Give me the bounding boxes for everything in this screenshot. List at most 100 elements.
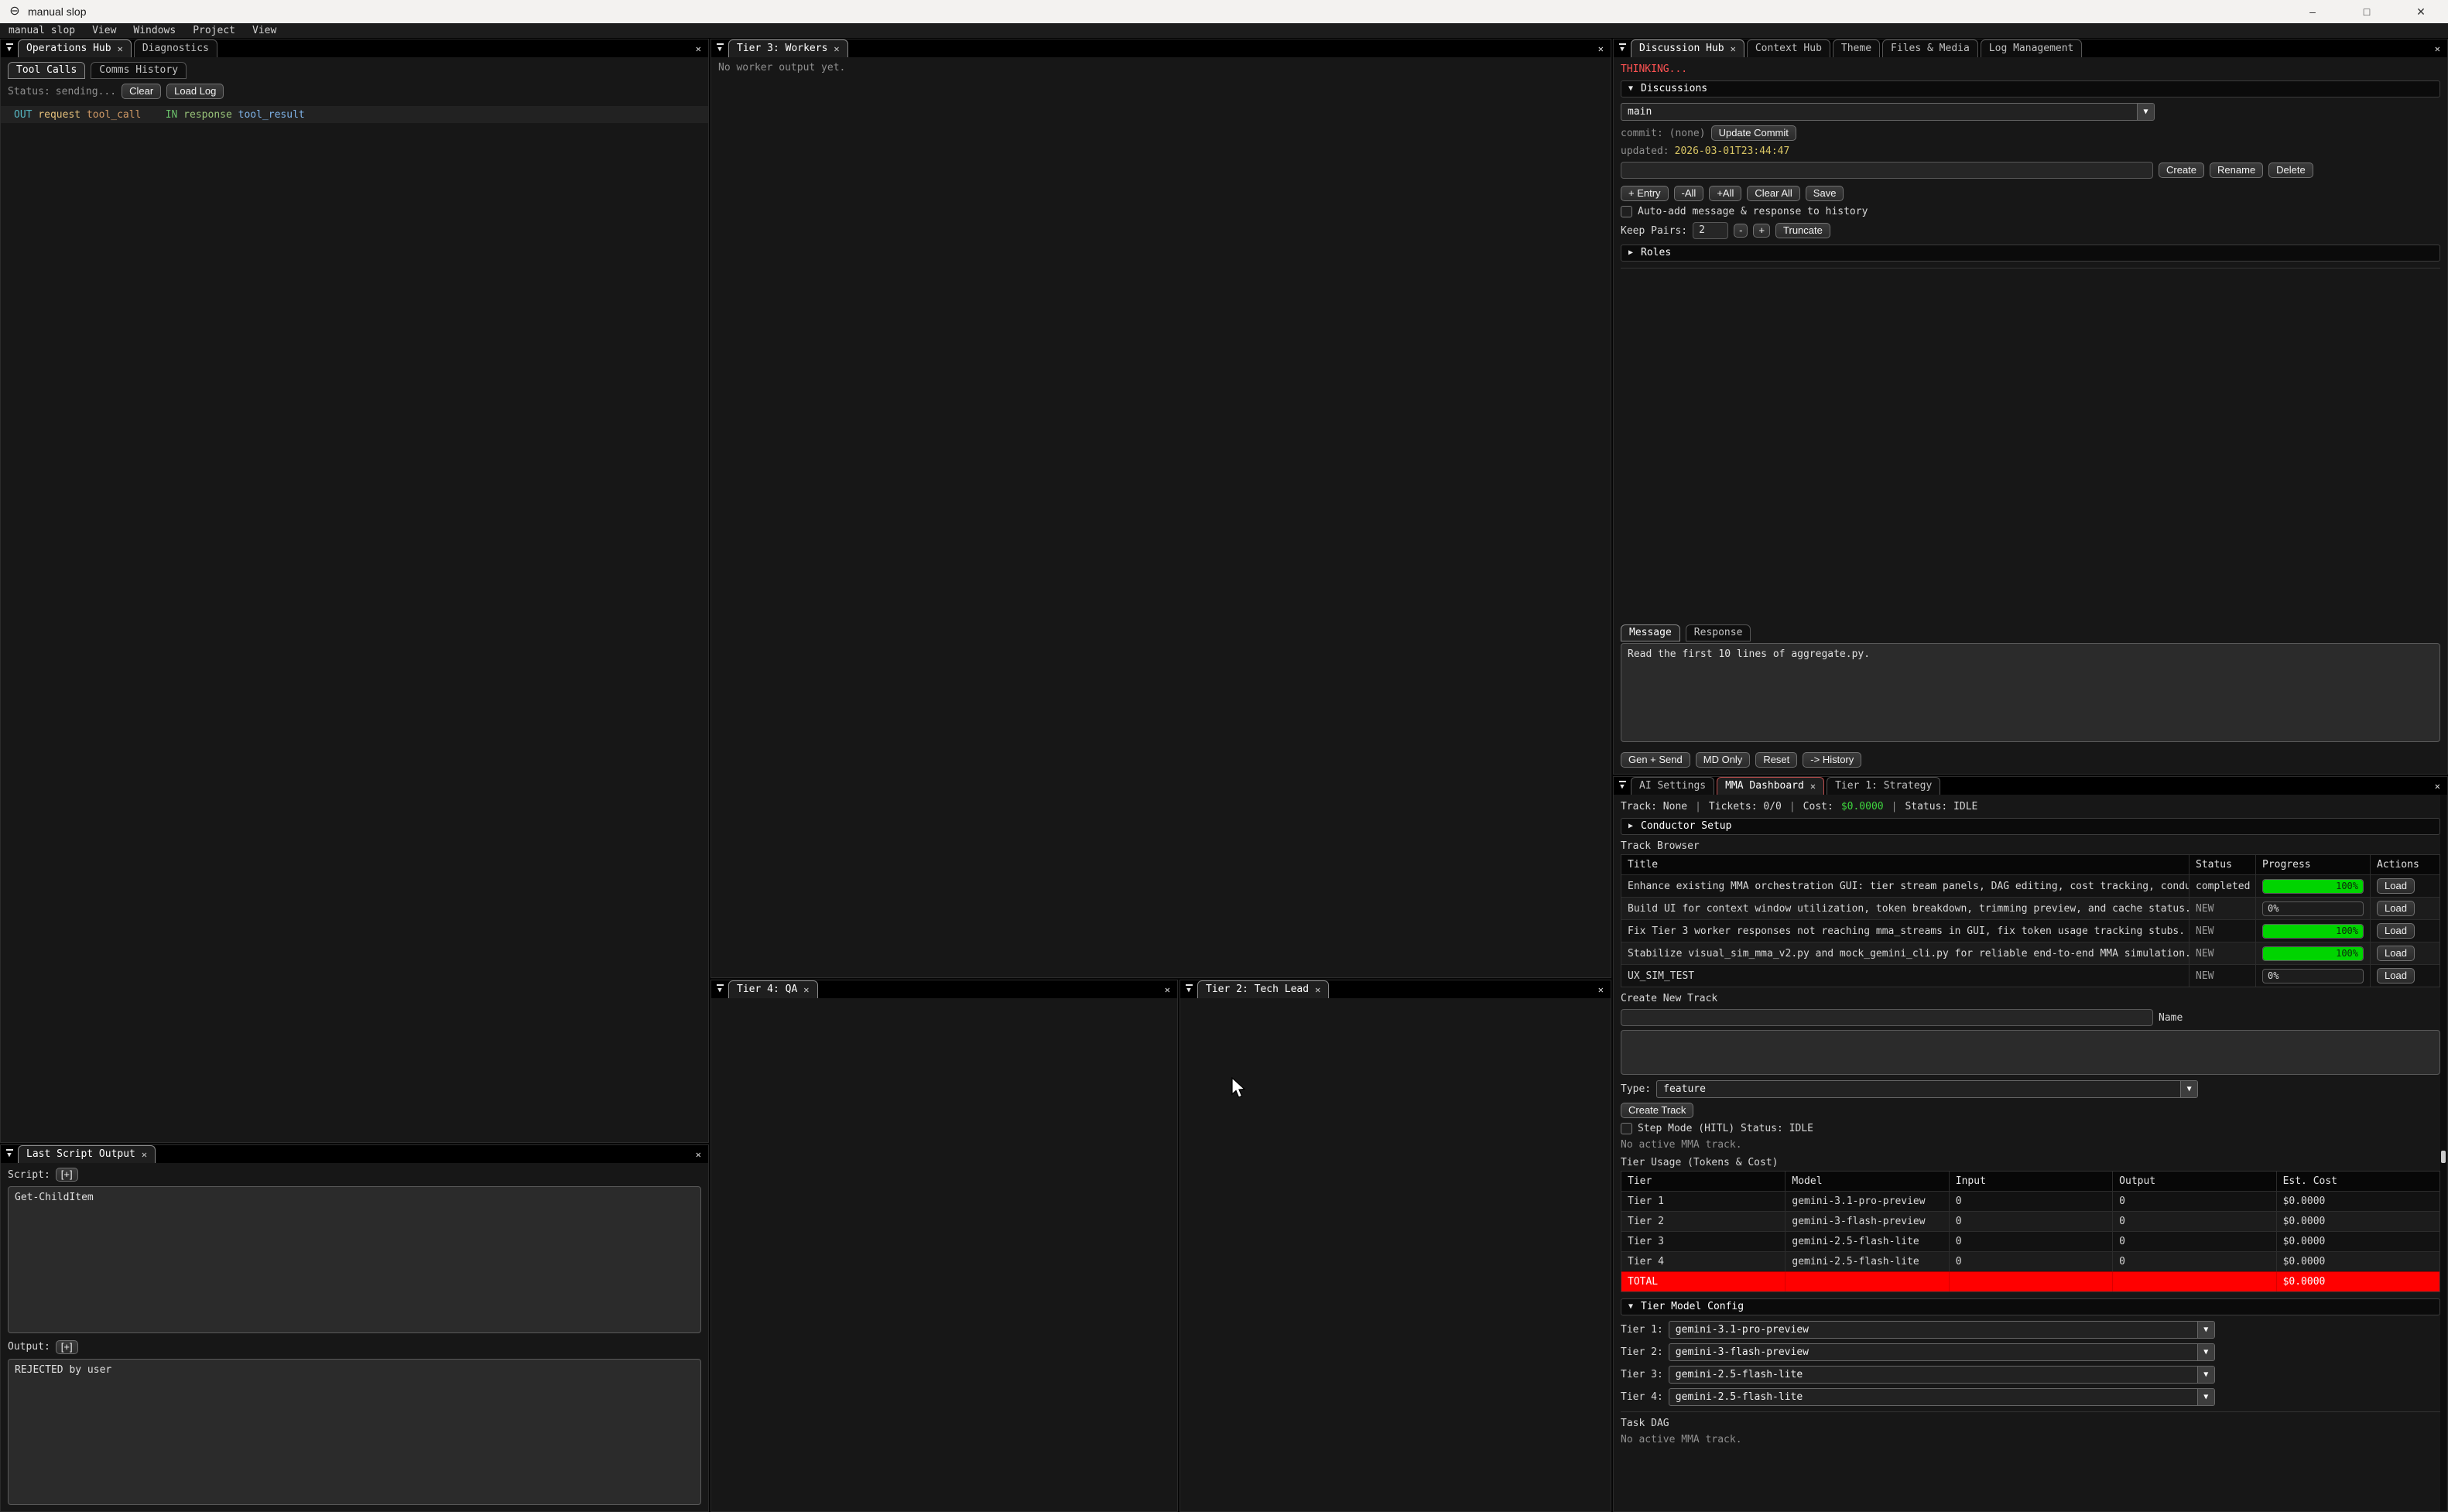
tab-tier3-workers[interactable]: Tier 3: Workers ✕ — [728, 39, 848, 57]
tier-model-config-header[interactable]: ▼ Tier Model Config — [1621, 1298, 2440, 1315]
tab-close-icon[interactable]: ✕ — [803, 984, 809, 995]
discussions-section-header[interactable]: ▼ Discussions — [1621, 80, 2440, 97]
tab-files-media[interactable]: Files & Media — [1882, 39, 1978, 57]
delete-button[interactable]: Delete — [2268, 162, 2313, 178]
load-button[interactable]: Load — [2377, 968, 2415, 983]
minimize-button[interactable]: – — [2285, 0, 2340, 23]
dock-menu-icon[interactable]: ▼ — [2, 1149, 16, 1159]
reset-button[interactable]: Reset — [1755, 752, 1797, 768]
tier1-model-select[interactable]: gemini-3.1-pro-preview ▼ — [1669, 1321, 2215, 1339]
discussion-select[interactable]: main ▼ — [1621, 103, 2155, 121]
track-row[interactable]: UX_SIM_TEST NEW 0% Load — [1621, 964, 2439, 987]
tab-context-hub[interactable]: Context Hub — [1747, 39, 1830, 57]
close-button[interactable]: ✕ — [2394, 0, 2448, 23]
menu-project[interactable]: Project — [184, 25, 244, 36]
message-textarea[interactable]: Read the first 10 lines of aggregate.py. — [1621, 643, 2440, 742]
conductor-setup-header[interactable]: ▶ Conductor Setup — [1621, 818, 2440, 835]
step-mode-checkbox[interactable] — [1621, 1123, 1632, 1134]
tab-operations-hub[interactable]: Operations Hub ✕ — [18, 39, 132, 57]
script-content-area[interactable]: Get-ChildItem — [8, 1186, 701, 1333]
rename-button[interactable]: Rename — [2210, 162, 2263, 178]
maximize-button[interactable]: □ — [2340, 0, 2394, 23]
to-history-button[interactable]: -> History — [1803, 752, 1861, 768]
panel-close-icon[interactable]: ✕ — [689, 1149, 708, 1160]
tab-mma-dashboard[interactable]: MMA Dashboard ✕ — [1717, 777, 1824, 795]
create-button[interactable]: Create — [2159, 162, 2204, 178]
tab-diagnostics[interactable]: Diagnostics — [134, 39, 217, 57]
md-only-button[interactable]: MD Only — [1696, 752, 1751, 768]
script-expand-button[interactable]: [+] — [56, 1168, 78, 1182]
track-description-textarea[interactable] — [1621, 1030, 2440, 1075]
menu-windows[interactable]: Windows — [125, 25, 184, 36]
dock-menu-icon[interactable]: ▼ — [2, 43, 16, 53]
clear-button[interactable]: Clear — [122, 84, 161, 99]
load-button[interactable]: Load — [2377, 901, 2415, 916]
message-tab[interactable]: Message — [1621, 624, 1680, 641]
tab-close-icon[interactable]: ✕ — [142, 1149, 147, 1160]
tab-close-icon[interactable]: ✕ — [1810, 781, 1816, 792]
discussion-name-input[interactable] — [1621, 162, 2153, 179]
track-row[interactable]: Build UI for context window utilization,… — [1621, 897, 2439, 919]
output-expand-button[interactable]: [+] — [56, 1340, 78, 1354]
mma-scrollbar[interactable] — [2440, 795, 2446, 1510]
track-type-select[interactable]: feature ▼ — [1656, 1080, 2198, 1098]
tab-tier1-strategy[interactable]: Tier 1: Strategy — [1827, 777, 1940, 795]
create-track-button[interactable]: Create Track — [1621, 1103, 1693, 1118]
update-commit-button[interactable]: Update Commit — [1711, 125, 1796, 141]
tier4-model-select[interactable]: gemini-2.5-flash-lite ▼ — [1669, 1388, 2215, 1406]
add-entry-button[interactable]: + Entry — [1621, 186, 1669, 201]
panel-close-icon[interactable]: ✕ — [689, 43, 708, 54]
track-row[interactable]: Fix Tier 3 worker responses not reaching… — [1621, 919, 2439, 942]
menu-view-2[interactable]: View — [244, 25, 285, 36]
keep-pairs-minus-button[interactable]: - — [1734, 224, 1748, 238]
load-button[interactable]: Load — [2377, 946, 2415, 961]
auto-add-checkbox[interactable] — [1621, 206, 1632, 217]
keep-pairs-input[interactable]: 2 — [1693, 222, 1728, 239]
tab-log-management[interactable]: Log Management — [1981, 39, 2083, 57]
tier2-model-select[interactable]: gemini-3-flash-preview ▼ — [1669, 1343, 2215, 1361]
expand-all-button[interactable]: +All — [1709, 186, 1741, 201]
tab-ai-settings[interactable]: AI Settings — [1631, 777, 1714, 795]
load-button[interactable]: Load — [2377, 923, 2415, 939]
tool-call-log-row[interactable]: OUT request tool_call IN response tool_r… — [1, 106, 708, 123]
subtab-tool-calls[interactable]: Tool Calls — [8, 62, 85, 79]
track-row[interactable]: Stabilize visual_sim_mma_v2.py and mock_… — [1621, 942, 2439, 964]
track-row[interactable]: Enhance existing MMA orchestration GUI: … — [1621, 874, 2439, 897]
dock-menu-icon[interactable]: ▼ — [713, 43, 727, 53]
panel-close-icon[interactable]: ✕ — [2428, 43, 2447, 54]
output-content-area[interactable]: REJECTED by user — [8, 1359, 701, 1506]
dock-menu-icon[interactable]: ▼ — [1615, 43, 1629, 53]
load-log-button[interactable]: Load Log — [166, 84, 224, 99]
dock-menu-icon[interactable]: ▼ — [1615, 781, 1629, 791]
track-name-input[interactable] — [1621, 1009, 2153, 1026]
tab-tier4-qa[interactable]: Tier 4: QA ✕ — [728, 980, 818, 998]
dock-menu-icon[interactable]: ▼ — [1182, 984, 1196, 994]
mma-scrollbar-thumb[interactable] — [2441, 1151, 2446, 1163]
keep-pairs-plus-button[interactable]: + — [1753, 224, 1770, 238]
tab-tier2-tech-lead[interactable]: Tier 2: Tech Lead ✕ — [1197, 980, 1329, 998]
truncate-button[interactable]: Truncate — [1775, 223, 1830, 238]
menu-manual-slop[interactable]: manual slop — [0, 25, 84, 36]
roles-section-header[interactable]: ▶ Roles — [1621, 245, 2440, 262]
save-button[interactable]: Save — [1806, 186, 1844, 201]
tab-close-icon[interactable]: ✕ — [1731, 43, 1736, 54]
panel-close-icon[interactable]: ✕ — [1158, 984, 1177, 995]
menu-view[interactable]: View — [84, 25, 125, 36]
load-button[interactable]: Load — [2377, 878, 2415, 894]
tab-close-icon[interactable]: ✕ — [118, 43, 123, 54]
tier3-model-select[interactable]: gemini-2.5-flash-lite ▼ — [1669, 1366, 2215, 1384]
tab-close-icon[interactable]: ✕ — [1315, 984, 1320, 995]
response-tab[interactable]: Response — [1686, 624, 1751, 641]
clear-all-button[interactable]: Clear All — [1747, 186, 1799, 201]
tab-discussion-hub[interactable]: Discussion Hub ✕ — [1631, 39, 1744, 57]
panel-close-icon[interactable]: ✕ — [2428, 781, 2447, 792]
gen-send-button[interactable]: Gen + Send — [1621, 752, 1690, 768]
panel-close-icon[interactable]: ✕ — [1591, 43, 1611, 54]
subtab-comms-history[interactable]: Comms History — [91, 62, 187, 79]
dock-menu-icon[interactable]: ▼ — [713, 984, 727, 994]
tab-last-script-output[interactable]: Last Script Output ✕ — [18, 1145, 156, 1163]
panel-close-icon[interactable]: ✕ — [1591, 984, 1611, 995]
tab-close-icon[interactable]: ✕ — [834, 43, 839, 54]
collapse-all-button[interactable]: -All — [1674, 186, 1704, 201]
tab-theme[interactable]: Theme — [1833, 39, 1880, 57]
